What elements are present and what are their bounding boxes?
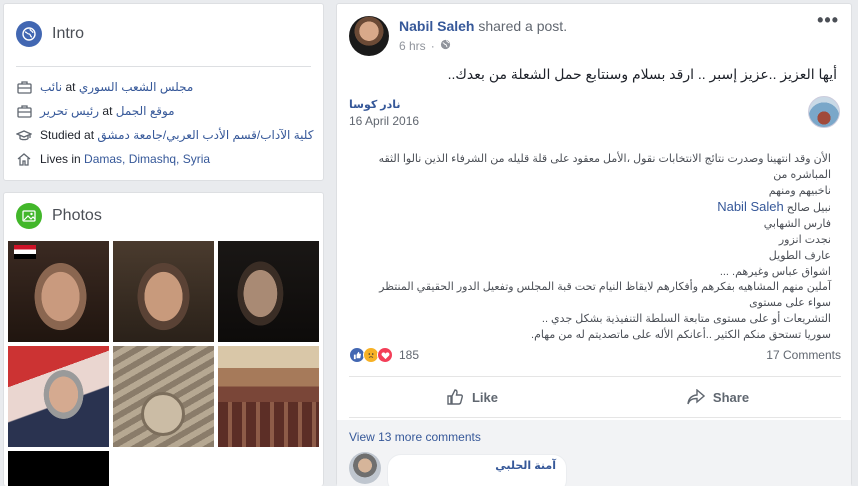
intro-divider [16, 66, 311, 67]
shared-post-avatar[interactable] [808, 96, 840, 128]
shared-post-line: فارس الشهابي [763, 218, 831, 231]
more-options-button[interactable]: ••• [817, 10, 839, 31]
commenter-name[interactable]: آمنة الحلبي [398, 459, 556, 472]
shared-post-line: اشواق عباس وغيرهم. ... [719, 265, 831, 278]
tagged-line: نبيل صالح Nabil Saleh [361, 199, 831, 217]
shared-post-line: نجدت انزور [778, 233, 831, 246]
photo-thumbnail[interactable] [8, 346, 109, 447]
intro-work-place-2[interactable]: رئيس تحرير [40, 104, 99, 118]
tag-prefix: نبيل صالح [783, 202, 831, 215]
graduation-cap-icon [16, 127, 32, 143]
love-reaction-icon[interactable] [377, 347, 393, 363]
shared-post-line: ناخبيهم ومنهم [768, 184, 831, 197]
relief-figure [141, 392, 185, 436]
shared-post-body: الأن وقد انتهينا وصدرت نتائج الانتخابات … [361, 152, 831, 344]
shared-post-line: سوريا تستحق منكم الكثير ..أعانكم الأله ع… [531, 328, 831, 341]
intro-card: Intro نائب at مجلس الشعب السوري رئيس تحر… [3, 3, 324, 181]
share-button[interactable]: Share [595, 377, 841, 417]
intro-work-place-1[interactable]: نائب [40, 80, 62, 94]
intro-header: Intro [4, 4, 323, 52]
thumbs-up-icon [447, 389, 463, 405]
avatar[interactable] [349, 16, 389, 56]
commenter-avatar[interactable] [349, 452, 381, 484]
shared-post-date[interactable]: 16 April 2016 [349, 114, 419, 128]
intro-item-work-1: نائب at مجلس الشعب السوري [4, 75, 323, 99]
photos-header: Photos [4, 193, 323, 239]
intro-lives-prefix: Lives in [40, 152, 85, 166]
dot-separator: · [430, 39, 435, 53]
house-icon [16, 151, 32, 167]
intro-title: Intro [52, 25, 85, 42]
shared-post-author[interactable]: نادر كوسا [349, 98, 401, 111]
post-author-link[interactable]: Nabil Saleh [399, 18, 474, 34]
parliament-seats [218, 402, 319, 447]
shared-post-line: آملين منهم المشاهيه بفكرهم وأفكارهم لايق… [379, 281, 831, 310]
comments-section: View 13 more comments آمنة الحلبي [337, 420, 851, 486]
post-actions: Like Share [349, 376, 841, 418]
shared-post-line: الأن وقد انتهينا وصدرت نتائج الانتخابات … [378, 153, 831, 181]
photos-title: Photos [52, 207, 102, 224]
briefcase-icon [16, 79, 32, 95]
intro-work-org-2[interactable]: موقع الجمل [116, 104, 175, 118]
shared-post-line: التشريعات أو على مستوى متابعة السلطة الت… [541, 312, 831, 325]
comments-count[interactable]: 17 Comments [766, 348, 841, 362]
intro-item-education: Studied at كلية الآداب/قسم الأدب العربي/… [4, 123, 323, 147]
reactions-count[interactable]: 185 [399, 348, 419, 362]
post-action-text: shared a post. [474, 18, 568, 34]
photo-thumbnail[interactable] [8, 451, 109, 486]
comment-bubble: آمنة الحلبي [387, 454, 567, 486]
post-card: Nabil Saleh shared a post. 6 hrs · ••• أ… [336, 3, 852, 486]
post-timestamp[interactable]: 6 hrs [399, 39, 426, 53]
syria-flag-icon [14, 245, 36, 259]
reactions-bar: 185 17 Comments [349, 344, 841, 366]
photos-card: Photos [3, 192, 324, 486]
view-more-comments-link[interactable]: View 13 more comments [349, 430, 481, 444]
share-label: Share [712, 389, 750, 405]
intro-item-work-2: رئيس تحرير at موقع الجمل [4, 99, 323, 123]
intro-lives-city[interactable]: Damas, Dimashq, Syria [84, 152, 210, 166]
photo-thumbnail[interactable] [218, 241, 319, 342]
tagged-user-link[interactable]: Nabil Saleh [717, 199, 784, 214]
photo-thumbnail[interactable] [218, 346, 319, 447]
globe-privacy-icon[interactable] [440, 39, 451, 53]
intro-work-org-1[interactable]: مجلس الشعب السوري [79, 80, 193, 94]
shared-post-line: عارف الطويل [768, 249, 831, 262]
intro-at-1: at [62, 80, 79, 94]
photo-thumbnail[interactable] [113, 241, 214, 342]
post-meta: 6 hrs · [399, 39, 567, 53]
post-header-text: Nabil Saleh shared a post. 6 hrs · [399, 16, 567, 56]
intro-education-school[interactable]: كلية الآداب/قسم الأدب العربي/جامعة دمشق [97, 128, 313, 142]
photo-icon [16, 203, 42, 229]
intro-education-prefix: Studied at [40, 128, 98, 142]
intro-item-lives: Lives in Damas, Dimashq, Syria [4, 147, 323, 171]
like-button[interactable]: Like [349, 377, 595, 417]
photo-thumbnail[interactable] [113, 346, 214, 447]
like-label: Like [471, 389, 498, 405]
briefcase-icon [16, 103, 32, 119]
share-arrow-icon [687, 389, 705, 405]
post-text: أيها العزيز ..عزيز إسبر .. ارقد بسلام وس… [447, 66, 837, 82]
post-header: Nabil Saleh shared a post. 6 hrs · [349, 16, 567, 56]
photo-thumbnail[interactable] [8, 241, 109, 342]
globe-icon [16, 21, 42, 47]
shared-post: نادر كوسا 16 April 2016 الأن وقد انتهينا… [349, 88, 840, 341]
intro-at-2: at [99, 104, 116, 118]
